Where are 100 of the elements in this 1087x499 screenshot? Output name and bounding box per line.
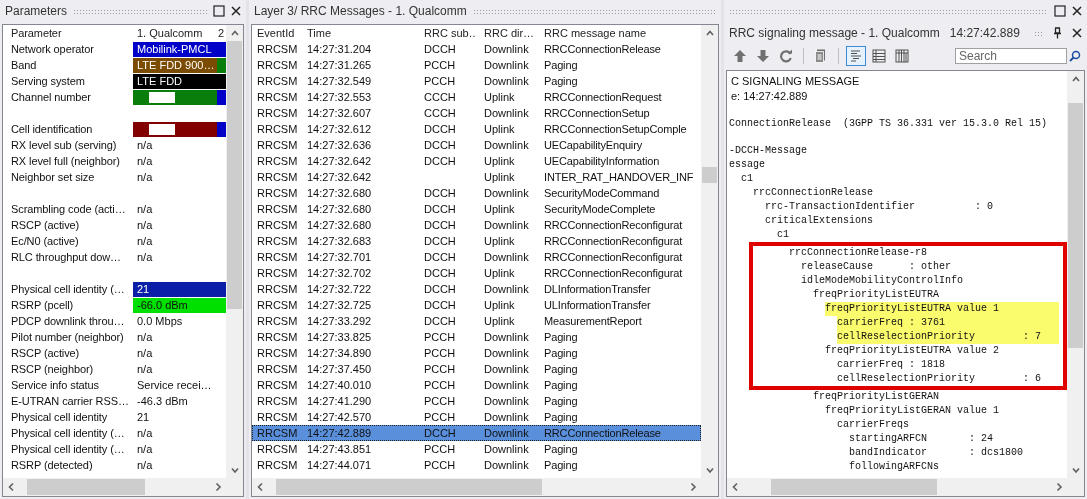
- refresh-icon: [778, 48, 794, 64]
- message-row[interactable]: RRCSM 14:27:32.636 DCCH Downlink UECapabilityEnquiry: [252, 137, 701, 153]
- chevron-left-icon[interactable]: [255, 482, 265, 492]
- message-row[interactable]: RRCSM 14:27:32.642 Uplink INTER_RAT_HANDOVER_INF: [252, 169, 701, 185]
- chevron-down-icon[interactable]: [229, 465, 240, 475]
- message-row[interactable]: RRCSM 14:27:32.702 DCCH Uplink RRCConnectionReconfigurat: [252, 265, 701, 281]
- message-row[interactable]: RRCSM 14:27:32.683 DCCH Uplink RRCConnectionReconfigurat: [252, 233, 701, 249]
- table-cell-text: RRCSM: [256, 187, 299, 199]
- table-cell-text: SecurityModeCommand: [543, 187, 661, 199]
- parameter-value: 0.0 Mbps: [136, 313, 184, 329]
- parameter-name: RLC throughput dow…: [10, 251, 122, 263]
- parameter-name: Network operator: [10, 43, 95, 55]
- horizontal-scrollbar[interactable]: [252, 478, 701, 496]
- close-icon[interactable]: [231, 6, 241, 16]
- toolbar-button[interactable]: [869, 46, 889, 66]
- message-row[interactable]: RRCSM 14:27:31.265 PCCH Downlink Paging: [252, 57, 701, 73]
- table-cell-text: 14:27:32.553: [306, 91, 373, 103]
- message-row[interactable]: RRCSM 14:27:34.890 PCCH Downlink Paging: [252, 345, 701, 361]
- parameter-name: RSCP (neighbor): [10, 363, 95, 375]
- scrollbar-thumb[interactable]: [227, 41, 242, 309]
- message-row[interactable]: RRCSM 14:27:37.450 PCCH Downlink Paging: [252, 361, 701, 377]
- maximize-icon[interactable]: [1054, 5, 1066, 17]
- chevron-down-icon[interactable]: [1070, 465, 1081, 475]
- message-row[interactable]: RRCSM 14:27:32.725 DCCH Uplink ULInformationTransfer: [252, 297, 701, 313]
- message-row[interactable]: RRCSM 14:27:32.722 DCCH Downlink DLInformationTransfer: [252, 281, 701, 297]
- column-header[interactable]: RRC sub…: [417, 27, 477, 39]
- table-cell-text: DCCH: [423, 235, 457, 247]
- message-row[interactable]: RRCSM 14:27:32.553 CCCH Uplink RRCConnectionRequest: [252, 89, 701, 105]
- column-header[interactable]: Parameter: [3, 27, 133, 39]
- message-row[interactable]: RRCSM 14:27:32.549 PCCH Downlink Paging: [252, 73, 701, 89]
- chevron-left-icon[interactable]: [730, 482, 740, 492]
- maximize-icon[interactable]: [213, 5, 225, 17]
- chevron-up-icon[interactable]: [229, 28, 240, 38]
- table-cell-text: RRCSM: [256, 139, 299, 151]
- parameter-name: Ec/N0 (active): [10, 235, 80, 247]
- chevron-right-icon[interactable]: [213, 482, 223, 492]
- scrollbar-thumb[interactable]: [702, 167, 717, 183]
- scrollbar-thumb[interactable]: [771, 479, 937, 495]
- message-row[interactable]: RRCSM 14:27:40.010 PCCH Downlink Paging: [252, 377, 701, 393]
- table-cell-text: INTER_RAT_HANDOVER_INF: [543, 171, 695, 183]
- message-row[interactable]: RRCSM 14:27:32.680 DCCH Downlink SecurityModeCommand: [252, 185, 701, 201]
- parameter-value: n/a: [136, 249, 154, 265]
- toolbar-button[interactable]: [892, 46, 912, 66]
- message-row[interactable]: RRCSM 14:27:33.292 DCCH Uplink MeasurementReport: [252, 313, 701, 329]
- message-row[interactable]: RRCSM 14:27:41.290 PCCH Downlink Paging: [252, 393, 701, 409]
- horizontal-scrollbar[interactable]: [3, 478, 226, 496]
- message-row[interactable]: RRCSM 14:27:32.642 DCCH Uplink UECapabilityInformation: [252, 153, 701, 169]
- message-row[interactable]: RRCSM 14:27:42.570 PCCH Downlink Paging: [252, 409, 701, 425]
- table-cell-text: RRCSM: [256, 315, 299, 327]
- message-row[interactable]: RRCSM 14:27:32.701 DCCH Downlink RRCConnectionReconfigurat: [252, 249, 701, 265]
- chevron-right-icon[interactable]: [1054, 482, 1064, 492]
- pin-icon[interactable]: [1053, 27, 1062, 39]
- chevron-down-icon[interactable]: [704, 465, 715, 475]
- table-cell-text: RRCSM: [256, 123, 299, 135]
- chevron-up-icon[interactable]: [704, 28, 715, 38]
- vertical-scrollbar[interactable]: [1067, 71, 1084, 478]
- column-header[interactable]: RRC dir…: [477, 27, 537, 39]
- message-time: 14:27:42.889: [949, 26, 1020, 40]
- toolbar-button[interactable]: [846, 46, 866, 66]
- message-row[interactable]: RRCSM 14:27:32.612 DCCH Uplink RRCConnectionSetupComple: [252, 121, 701, 137]
- parameter-name: Band: [10, 59, 38, 71]
- close-icon[interactable]: [1072, 28, 1082, 38]
- table-cell-text: SecurityModeComplete: [543, 203, 657, 215]
- message-row[interactable]: RRCSM 14:27:33.825 PCCH Downlink Paging: [252, 329, 701, 345]
- message-row[interactable]: RRCSM 14:27:32.680 DCCH Uplink SecurityModeComplete: [252, 201, 701, 217]
- chevron-up-icon[interactable]: [1070, 74, 1081, 84]
- table-cell-text: PCCH: [423, 59, 457, 71]
- search-field[interactable]: Search: [955, 48, 1067, 64]
- table-cell-text: Downlink: [483, 139, 530, 151]
- message-row[interactable]: RRCSM 14:27:32.680 DCCH Downlink RRCConnectionReconfigurat: [252, 217, 701, 233]
- horizontal-scrollbar[interactable]: [727, 478, 1067, 496]
- table-cell-text: Downlink: [483, 411, 530, 423]
- message-row[interactable]: RRCSM 14:27:42.889 DCCH Downlink RRCConnectionRelease: [252, 425, 701, 441]
- message-row[interactable]: RRCSM 14:27:43.851 PCCH Downlink Paging: [252, 441, 701, 457]
- table-cell-text: RRCSM: [256, 91, 299, 103]
- column-header[interactable]: Time: [302, 27, 417, 39]
- chevron-left-icon[interactable]: [6, 482, 16, 492]
- message-row[interactable]: RRCSM 14:27:31.204 DCCH Downlink RRCConnectionRelease: [252, 41, 701, 57]
- table-cell-text: PCCH: [423, 395, 457, 407]
- column-header[interactable]: 1. Qualcomm: [133, 27, 217, 39]
- scrollbar-thumb[interactable]: [1068, 103, 1083, 348]
- vertical-scrollbar[interactable]: [226, 25, 243, 478]
- column-header[interactable]: EventId: [252, 27, 302, 39]
- scrollbar-thumb[interactable]: [27, 479, 145, 495]
- parameter-value: n/a: [136, 153, 154, 169]
- close-icon[interactable]: [1072, 6, 1082, 16]
- column-header[interactable]: RRC message name: [537, 27, 701, 39]
- scrollbar-thumb[interactable]: [276, 479, 542, 495]
- search-icon[interactable]: [1069, 50, 1081, 62]
- column-header[interactable]: 2: [217, 27, 226, 39]
- table-cell-text: Uplink: [483, 315, 516, 327]
- code-line: freqPriorityListGERAN value 1: [825, 404, 1001, 418]
- message-row[interactable]: RRCSM 14:27:32.607 CCCH Downlink RRCConnectionSetup: [252, 105, 701, 121]
- vertical-scrollbar[interactable]: [701, 25, 718, 478]
- chevron-right-icon[interactable]: [688, 482, 698, 492]
- code-line: rrc-TransactionIdentifier : 0: [765, 200, 995, 214]
- table-cell-text: Downlink: [483, 363, 530, 375]
- table-cell-text: 14:27:32.612: [306, 123, 373, 135]
- table-cell-text: Paging: [543, 347, 579, 359]
- message-row[interactable]: RRCSM 14:27:44.071 PCCH Downlink Paging: [252, 457, 701, 473]
